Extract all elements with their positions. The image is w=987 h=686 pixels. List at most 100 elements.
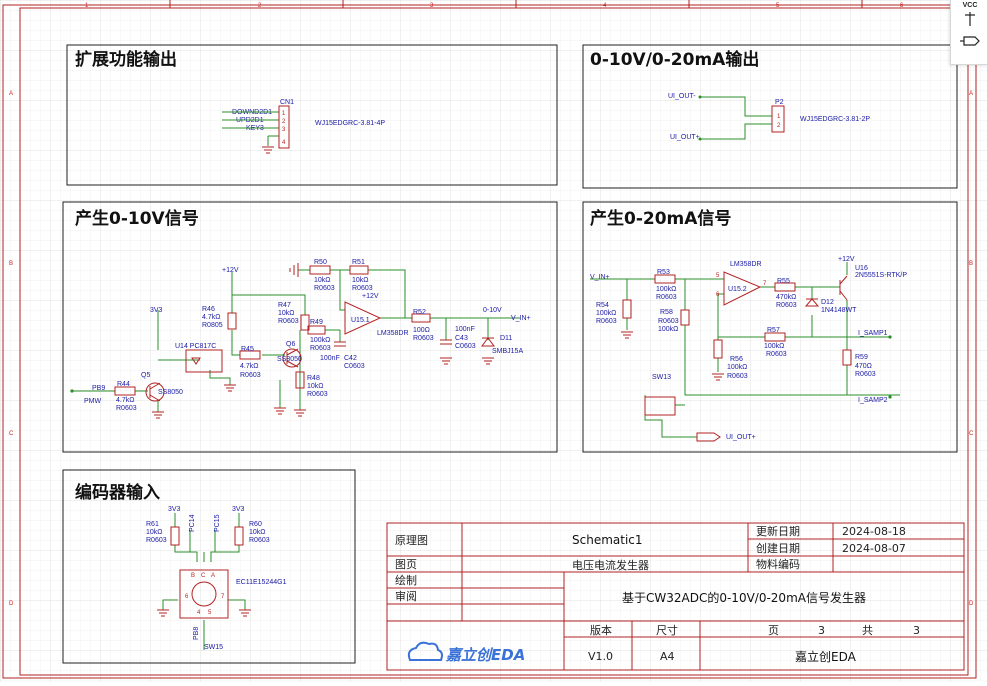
r47-package: R0603 <box>278 318 299 325</box>
net-ui-out-plus: UI_OUT+ <box>670 134 700 141</box>
net-ui-out-minus: UI_OUT- <box>668 93 696 100</box>
r57-ref: R57 <box>767 327 780 334</box>
tb-value-page: 电压电流发生器 <box>572 558 649 572</box>
tb-label-draw: 绘制 <box>395 573 417 587</box>
r53-ref: R53 <box>657 269 670 276</box>
r54-ref: R54 <box>596 302 609 309</box>
r45-package: R0603 <box>240 372 261 379</box>
r46-package: R0805 <box>202 322 223 329</box>
net-v-in-plus-right: V_IN+ <box>590 274 610 281</box>
c43-package: C0603 <box>455 343 476 350</box>
v10-plus12v-a: +12V <box>222 267 239 274</box>
net-i-samp1: I_SAMP1 <box>858 330 888 337</box>
c42-package: C0603 <box>344 363 365 370</box>
r47-value: 10kΩ <box>278 310 295 317</box>
encoder-ref: SW15 <box>204 644 223 651</box>
tb-label-create: 创建日期 <box>756 541 800 555</box>
vcc-power-button[interactable]: VCC <box>956 2 984 28</box>
r50-package: R0603 <box>314 285 335 292</box>
tb-value-type: Schematic1 <box>572 533 643 547</box>
c43-ref: C43 <box>455 335 468 342</box>
r54-package: R0603 <box>596 318 617 325</box>
row-label-d-right: D <box>969 601 974 607</box>
r52-value: 100Ω <box>413 327 430 334</box>
net-pc14: PC14 <box>189 514 196 532</box>
net-ui-out-plus-port: UI_OUT+ <box>726 434 756 441</box>
schematic-sheet[interactable]: 1 2 3 4 5 6 A B C D A B C D 扩展功能输出 DOWND… <box>0 0 987 682</box>
r60-package: R0603 <box>249 537 270 544</box>
tb-label-update: 更新日期 <box>756 524 800 538</box>
canvas-grid <box>0 0 987 682</box>
tb-label-type: 原理图 <box>395 534 428 547</box>
q5-ref: Q5 <box>141 372 150 379</box>
tb-company: 嘉立创EDA <box>795 649 857 664</box>
net-pb8: PB8 <box>193 627 200 640</box>
r50-ref: R50 <box>314 259 327 266</box>
net-pb9: PB9 <box>92 385 105 392</box>
u14-label: U14 PC817C <box>175 343 216 350</box>
net-0-10v: 0-10V <box>483 307 502 314</box>
r60-ref: R60 <box>249 521 262 528</box>
row-label-c: C <box>9 431 14 437</box>
u16-value: 2N5551S-RTK/P <box>855 272 907 279</box>
r61-package: R0603 <box>146 537 167 544</box>
tb-label-size: 尺寸 <box>656 623 678 637</box>
enc-3v3-a: 3V3 <box>168 506 181 513</box>
r53-package: R0603 <box>656 294 677 301</box>
d11-ref: D11 <box>500 335 512 342</box>
row-label-d: D <box>9 601 14 607</box>
row-label-b: B <box>9 261 13 267</box>
net-v-in-plus-left: V_IN+ <box>511 315 531 322</box>
ma20-lm358-label: LM358DR <box>730 261 762 268</box>
row-label-a: A <box>9 91 13 97</box>
u15-1-value: LM358DR <box>377 330 409 337</box>
r44-package: R0603 <box>116 405 137 412</box>
sw13-ref: SW13 <box>652 374 671 381</box>
tb-label-pg: 页 <box>768 624 779 637</box>
tb-value-create: 2024-08-07 <box>842 542 906 555</box>
net-port-button[interactable] <box>956 32 984 58</box>
r51-package: R0603 <box>352 285 373 292</box>
r46-value: 4.7kΩ <box>202 314 220 321</box>
tb-label-page: 图页 <box>395 558 417 571</box>
r56-package: R0603 <box>727 373 748 380</box>
v10-plus12v-b: +12V <box>362 293 379 300</box>
r44-value: 4.7kΩ <box>116 397 134 404</box>
tb-value-update: 2024-08-18 <box>842 525 906 538</box>
enc-pin-b: B <box>191 573 195 579</box>
p2-designator: P2 <box>775 99 784 106</box>
r58-ref: R58 <box>660 309 673 316</box>
net-i-samp2: I_SAMP2 <box>858 397 888 404</box>
r56-value: 100kΩ <box>727 364 747 371</box>
r51-ref: R51 <box>352 259 365 266</box>
r52-ref: R52 <box>413 309 426 316</box>
q6-value: SS8050 <box>277 356 302 363</box>
c42-value: 100nF <box>320 355 340 362</box>
r49-value: 100kΩ <box>310 337 330 344</box>
tb-label-part: 物料编码 <box>756 557 800 571</box>
encoder-part: EC11E15244G1 <box>236 579 287 586</box>
net-pc15: PC15 <box>214 514 221 532</box>
block-title-output: 0-10V/0-20mA输出 <box>590 49 759 70</box>
r58-value: 100kΩ <box>658 326 678 333</box>
tb-value-size: A4 <box>660 650 675 663</box>
net-port-icon <box>960 36 980 46</box>
tb-title: 基于CW32ADC的0-10V/0-20mA信号发生器 <box>622 590 866 605</box>
r49-ref: R49 <box>310 319 323 326</box>
q6-ref: Q6 <box>286 341 295 348</box>
row-label-c-right: C <box>969 431 974 437</box>
r55-package: R0603 <box>776 302 797 309</box>
p2-value: WJ15EDGRC-3.81-2P <box>800 116 870 123</box>
tb-label-version: 版本 <box>590 623 612 637</box>
tb-value-pg: 3 <box>818 624 825 637</box>
r55-value: 470kΩ <box>776 294 796 301</box>
q5-value: SS8050 <box>158 389 183 396</box>
r47-ref: R47 <box>278 302 291 309</box>
tb-label-review: 审阅 <box>395 589 417 603</box>
vcc-label: VCC <box>962 2 978 9</box>
r55-ref: R55 <box>777 278 790 285</box>
r51-value: 10kΩ <box>352 277 369 284</box>
r54-value: 100kΩ <box>596 310 616 317</box>
tb-label-total: 共 <box>862 624 873 637</box>
block-title-0-20ma: 产生0-20mA信号 <box>590 208 731 229</box>
